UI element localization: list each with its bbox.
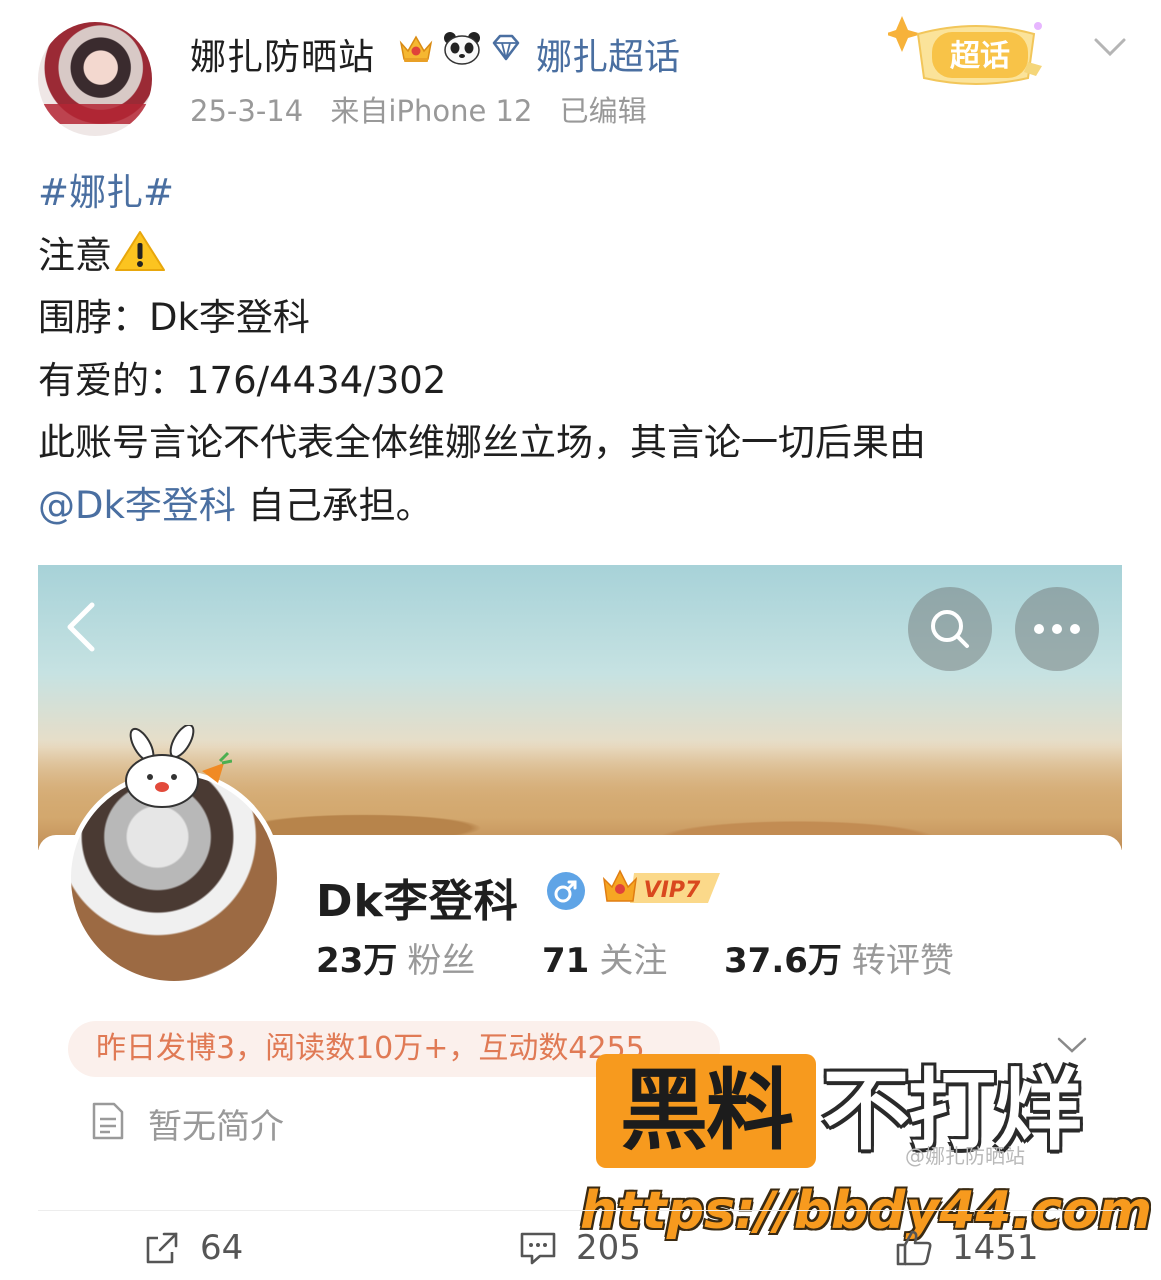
profile-bio: 暂无简介 [148,1107,284,1147]
search-button [908,587,992,671]
back-arrow-icon [67,602,95,652]
bunny-pendant-icon [125,725,232,808]
watermark-block: 黑料 [596,1054,816,1168]
author-name[interactable]: 娜扎防晒站 [190,28,375,80]
author-avatar[interactable] [38,22,152,136]
love-line: 有爱的：176/4434/302 [38,358,447,402]
profile-name: Dk李登科 [316,876,519,927]
post-meta: 25-3-14 来自iPhone 12 已编辑 [190,88,665,130]
disclaimer-line: 此账号言论不代表全体维娜丝立场，其言论一切后果由 [38,421,926,464]
vip-badge: VIP7 [602,869,720,903]
stat-fans: 23万 粉丝 [316,941,476,981]
diamond-icon[interactable] [490,33,522,63]
disclaimer-end: 自己承担。 [235,483,433,527]
like-count: 1451 [952,1228,1039,1268]
vip-label: VIP7 [644,878,701,903]
search-icon [931,610,969,648]
post-actions: 64 205 1451 [0,1228,1161,1280]
more-button [1015,587,1099,671]
male-icon [547,872,585,910]
mention-link[interactable]: @Dk李登科 [38,484,236,527]
attention-text: 注意 [38,233,112,277]
hashtag-link[interactable]: #娜扎# [38,171,174,214]
super-topic-link[interactable]: 娜扎超话 [536,28,680,80]
footer-divider [38,1210,1122,1211]
repost-button[interactable]: 64 [142,1228,243,1268]
crown-icon[interactable] [398,31,434,65]
scarf-line: 围脖：Dk李登科 [38,296,310,339]
stat-interactions: 37.6万 转评赞 [724,941,954,981]
repost-count: 64 [200,1228,244,1268]
document-icon [92,1102,124,1140]
panda-icon[interactable] [442,30,482,66]
watermark-handle: @娜扎防晒站 [905,1144,1025,1168]
super-topic-badge[interactable]: 超话 [888,12,1064,96]
thumbs-up-icon [896,1230,932,1266]
comment-button[interactable]: 205 [518,1228,641,1268]
like-button[interactable]: 1451 [894,1228,1039,1268]
chevron-down-icon[interactable] [1090,32,1130,62]
author-badges [398,30,522,66]
post-date: 25-3-14 [190,94,304,128]
stat-following: 71 关注 [542,941,668,981]
warning-icon [115,230,165,271]
more-dots-icon [1034,624,1080,634]
repost-icon [146,1232,178,1264]
post-source: 来自iPhone 12 [330,94,533,128]
comment-count: 205 [576,1228,641,1268]
edited-label[interactable]: 已编辑 [560,94,647,128]
post-header: 娜扎防晒站 娜扎超话 25-3-14 来自iPhone 12 已编辑 超话 [0,0,1161,150]
post-text: #娜扎# 注意 围脖：Dk李登科 有爱的：176/4434/302 此账号言论不… [38,162,1128,537]
super-badge-label: 超话 [950,39,1010,74]
comment-icon [520,1232,556,1265]
